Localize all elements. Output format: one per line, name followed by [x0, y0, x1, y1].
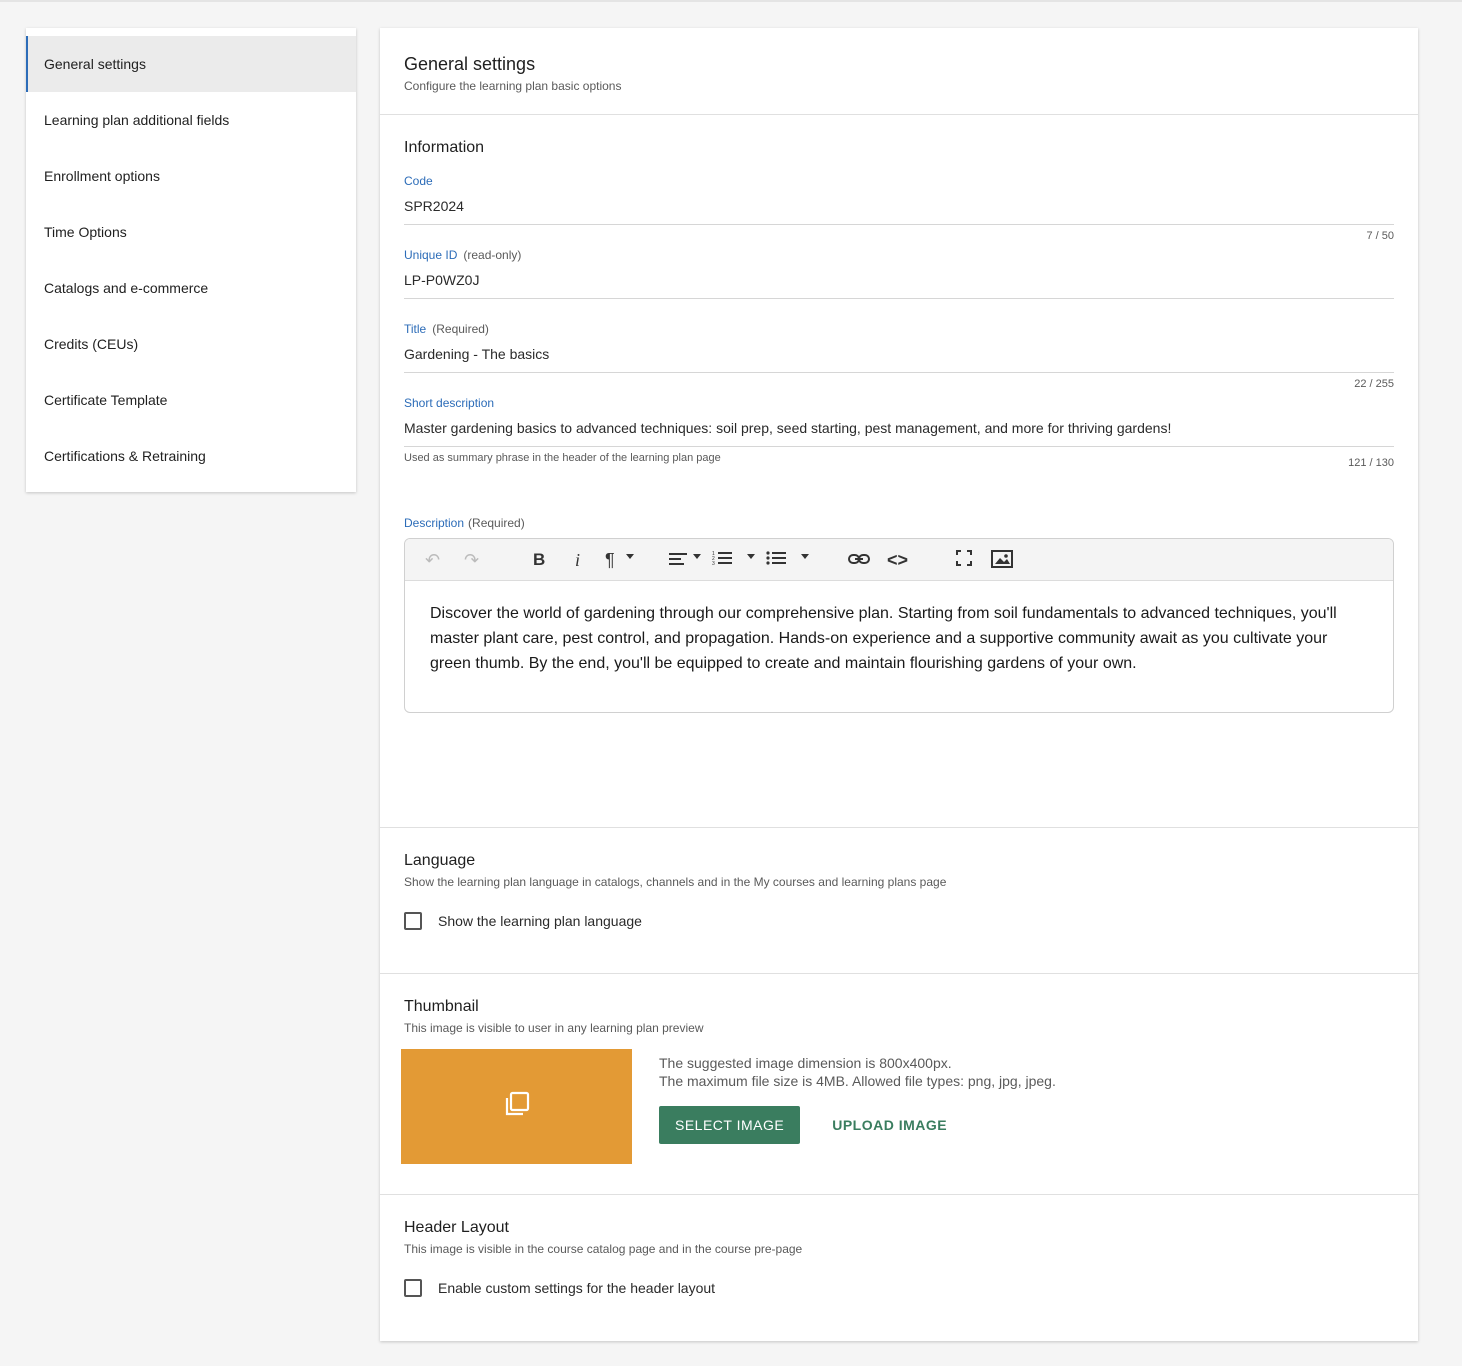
code-icon[interactable]: <> [887, 550, 908, 570]
code-char-count: 7 / 50 [1366, 230, 1394, 242]
code-input[interactable]: SPR2024 [404, 188, 1394, 225]
title-char-count: 22 / 255 [1354, 378, 1394, 390]
description-required-note: (Required) [468, 516, 525, 530]
ordered-list-dropdown-caret[interactable] [747, 554, 755, 559]
align-icon[interactable] [669, 550, 687, 570]
undo-icon[interactable]: ↶ [425, 550, 440, 570]
sidebar-item-catalogs-ecommerce[interactable]: Catalogs and e-commerce [26, 260, 356, 316]
sidebar-item-label: Credits (CEUs) [44, 336, 139, 352]
ordered-list-icon[interactable]: 123 [712, 550, 732, 570]
thumbnail-dimension-info: The suggested image dimension is 800x400… [659, 1055, 952, 1071]
short-description-hint: Used as summary phrase in the header of … [404, 452, 721, 464]
header-layout-section: Header Layout This image is visible in t… [380, 1195, 1418, 1341]
unique-id-footer [404, 299, 1394, 318]
page-subtitle: Configure the learning plan basic option… [404, 79, 622, 93]
title-field: Title (Required) Gardening - The basics 2… [404, 322, 1394, 392]
sidebar-item-label: Certificate Template [44, 392, 168, 408]
sidebar-item-label: Enrollment options [44, 168, 160, 184]
unique-id-note: (read-only) [463, 248, 522, 262]
select-image-button[interactable]: SELECT IMAGE [659, 1106, 801, 1144]
paragraph-dropdown-caret[interactable] [626, 554, 634, 559]
custom-header-checkbox[interactable] [404, 1279, 422, 1297]
sidebar-item-label: Learning plan additional fields [44, 112, 230, 128]
description-editor: ↶ ↷ B i ¶ 123 <> Discover the world of g… [404, 538, 1394, 713]
unique-id-value: LP-P0WZ0J [404, 262, 1394, 299]
thumbnail-description: This image is visible to user in any lea… [404, 1021, 704, 1035]
sidebar-item-time-options[interactable]: Time Options [26, 204, 356, 260]
code-footer: 7 / 50 [404, 225, 1394, 244]
short-description-input[interactable]: Master gardening basics to advanced tech… [404, 410, 1394, 447]
language-title: Language [404, 852, 476, 869]
description-field: Description (Required) ↶ ↷ B i ¶ 123 <> … [404, 516, 1394, 713]
thumbnail-area: The suggested image dimension is 800x400… [401, 1049, 1394, 1164]
code-label: Code [404, 174, 433, 188]
copy-image-icon [504, 1091, 530, 1122]
sidebar-item-label: Catalogs and e-commerce [44, 280, 209, 296]
settings-panel: General settings Configure the learning … [380, 28, 1418, 1341]
sidebar-item-enrollment-options[interactable]: Enrollment options [26, 148, 356, 204]
sidebar-item-certifications-retraining[interactable]: Certifications & Retraining [26, 428, 356, 484]
svg-text:3: 3 [712, 561, 715, 566]
title-footer: 22 / 255 [404, 373, 1394, 392]
fullscreen-icon[interactable] [956, 550, 972, 570]
sidebar-item-certificate-template[interactable]: Certificate Template [26, 372, 356, 428]
sidebar-item-label: Time Options [44, 224, 127, 240]
show-language-checkbox[interactable] [404, 912, 422, 930]
thumbnail-section: Thumbnail This image is visible to user … [380, 974, 1418, 1195]
title-label-text: Title [404, 322, 427, 336]
thumbnail-filesize-info: The maximum file size is 4MB. Allowed fi… [659, 1073, 1056, 1089]
image-icon[interactable] [991, 550, 1013, 572]
paragraph-icon[interactable]: ¶ [605, 550, 615, 570]
unordered-list-dropdown-caret[interactable] [801, 554, 809, 559]
bold-icon[interactable]: B [533, 550, 545, 570]
short-description-char-count: 121 / 130 [1348, 457, 1394, 469]
thumbnail-title: Thumbnail [404, 998, 479, 1015]
unique-id-label-text: Unique ID [404, 248, 458, 262]
information-title: Information [404, 139, 485, 156]
short-description-field: Short description Master gardening basic… [404, 396, 1394, 469]
sidebar-item-general-settings[interactable]: General settings [26, 36, 356, 92]
sidebar-item-label: General settings [44, 56, 146, 72]
description-editor-content[interactable]: Discover the world of gardening through … [405, 581, 1393, 696]
thumbnail-placeholder [401, 1049, 632, 1164]
description-label-text: Description [404, 516, 465, 530]
editor-toolbar: ↶ ↷ B i ¶ 123 <> [405, 539, 1393, 581]
italic-icon[interactable]: i [575, 550, 580, 570]
show-language-label: Show the learning plan language [438, 913, 642, 929]
header-layout-description: This image is visible in the course cata… [404, 1242, 803, 1256]
thumbnail-buttons: SELECT IMAGE UPLOAD IMAGE [659, 1106, 1069, 1144]
language-description: Show the learning plan language in catal… [404, 875, 947, 889]
sidebar-item-credits[interactable]: Credits (CEUs) [26, 316, 356, 372]
description-label: Description (Required) [404, 516, 1394, 530]
unordered-list-icon[interactable] [766, 550, 786, 570]
custom-header-row[interactable]: Enable custom settings for the header la… [404, 1279, 1394, 1297]
information-section: Information Code SPR2024 7 / 50 Unique I… [380, 115, 1418, 828]
unique-id-label: Unique ID (read-only) [404, 248, 1394, 262]
code-field: Code SPR2024 7 / 50 [404, 174, 1394, 244]
short-description-footer: Used as summary phrase in the header of … [404, 447, 1394, 469]
link-icon[interactable] [848, 550, 870, 570]
title-input[interactable]: Gardening - The basics [404, 336, 1394, 373]
redo-icon[interactable]: ↷ [464, 550, 479, 570]
align-dropdown-caret[interactable] [693, 554, 701, 559]
settings-sidebar: General settings Learning plan additiona… [26, 28, 356, 492]
thumbnail-info: The suggested image dimension is 800x400… [659, 1049, 1069, 1164]
title-required-note: (Required) [432, 322, 489, 336]
page-title: General settings [404, 54, 536, 74]
page-header: General settings Configure the learning … [380, 28, 1418, 115]
unique-id-field: Unique ID (read-only) LP-P0WZ0J [404, 248, 1394, 318]
sidebar-item-additional-fields[interactable]: Learning plan additional fields [26, 92, 356, 148]
short-description-label: Short description [404, 396, 495, 410]
sidebar-item-label: Certifications & Retraining [44, 448, 206, 464]
show-language-row[interactable]: Show the learning plan language [404, 912, 1394, 930]
custom-header-label: Enable custom settings for the header la… [438, 1280, 716, 1296]
language-section: Language Show the learning plan language… [380, 828, 1418, 974]
header-layout-title: Header Layout [404, 1219, 509, 1236]
upload-image-button[interactable]: UPLOAD IMAGE [832, 1117, 947, 1133]
title-label: Title (Required) [404, 322, 1394, 336]
